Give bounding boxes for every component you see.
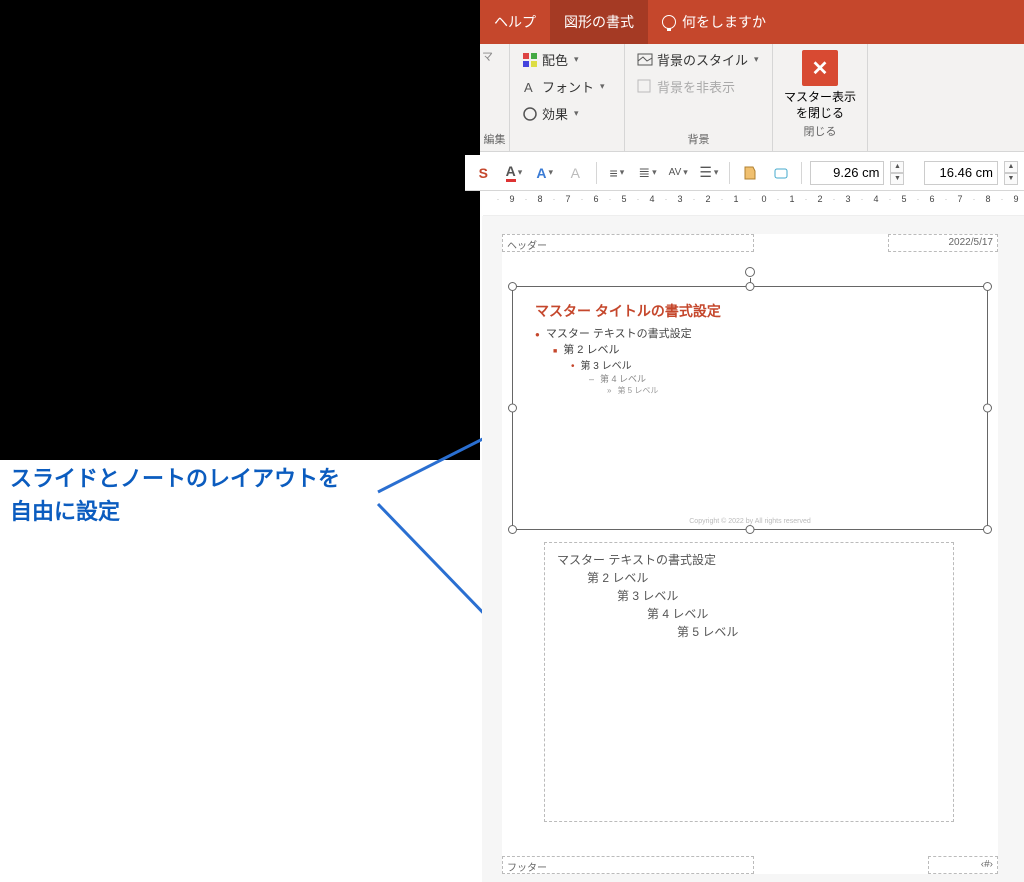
width-input[interactable] (924, 161, 998, 185)
ribbon-tabs: ヘルプ 図形の書式 何をしますか (480, 0, 1024, 44)
ribbon-body: マ 編集 配色▾ A フォント▾ 効果▾ . 背景のスタイル▾ (480, 44, 1024, 152)
checkbox-icon (637, 79, 653, 95)
height-input[interactable] (810, 161, 884, 185)
bg-styles-label: 背景のスタイル (657, 50, 748, 69)
slide-level1: マスター テキストの書式設定 (535, 325, 692, 341)
header-placeholder[interactable]: ヘッダー (502, 234, 754, 252)
hide-bg-checkbox[interactable]: 背景を非表示 (633, 75, 764, 98)
ruler-ticks: ·9·8·7·6·5·4·3·2·1·0·1·2·3·4·5·6·7·8·9 (491, 194, 1024, 204)
notes-level1: マスター テキストの書式設定 (557, 551, 941, 569)
svg-text:A: A (524, 80, 533, 95)
notes-level3: 第 3 レベル (617, 587, 941, 605)
pagenum-placeholder[interactable]: ‹#› (928, 856, 998, 874)
rotate-handle[interactable] (745, 267, 755, 277)
palette-icon (522, 52, 538, 68)
left-black-panel (0, 0, 480, 460)
notes-level5: 第 5 レベル (677, 623, 941, 641)
slide-level5: 第 5 レベル (607, 385, 692, 396)
close-x-icon: ✕ (802, 50, 838, 86)
notes-level2: 第 2 レベル (587, 569, 941, 587)
group-close-label: 閉じる (804, 121, 837, 143)
slide-level4: 第 4 レベル (589, 372, 692, 385)
date-placeholder[interactable]: 2022/5/17 (888, 234, 998, 252)
format-painter-button[interactable] (738, 160, 763, 186)
footer-placeholder[interactable]: フッター (502, 856, 754, 874)
shape-fill-icon[interactable]: S (471, 160, 496, 186)
effects-label: 効果 (542, 104, 568, 123)
handle-sw[interactable] (508, 525, 517, 534)
group-background: 背景のスタイル▾ 背景を非表示 背景 (625, 44, 773, 151)
group-themes: 配色▾ A フォント▾ 効果▾ . (510, 44, 625, 151)
fonts-label: フォント (542, 77, 594, 96)
slide-body-levels: マスター テキストの書式設定 第 2 レベル 第 3 レベル 第 4 レベル 第… (535, 325, 692, 396)
slide-level2: 第 2 レベル (553, 341, 692, 357)
bg-styles-icon (637, 52, 653, 68)
format-toolbar: S A▾ A▾ A ≡▾ ≣▾ AV▾ ☰▾ ▲▼ ▲▼ (465, 155, 1024, 191)
line-spacing-button[interactable]: ☰▾ (697, 160, 722, 186)
group-close: ✕ マスター表示を閉じる 閉じる (773, 44, 868, 151)
width-spinner[interactable]: ▲▼ (1004, 161, 1018, 185)
slide-thumbnail-selected[interactable]: マスター タイトルの書式設定 マスター テキストの書式設定 第 2 レベル 第 … (512, 286, 988, 530)
group-bg-label: 背景 (633, 129, 764, 151)
effects-dropdown[interactable]: 効果▾ (518, 102, 616, 125)
handle-e[interactable] (983, 404, 992, 413)
notes-level4: 第 4 レベル (647, 605, 941, 623)
slide-copyright: Copyright © 2022 by All rights reserved (689, 518, 811, 525)
editing-canvas[interactable]: ヘッダー 2022/5/17 フッター ‹#› マスター タイトルの書式設定 マ… (482, 216, 1024, 882)
group-edit-label: 編集 (482, 129, 507, 151)
close-master-button[interactable]: ✕ マスター表示を閉じる (784, 50, 856, 121)
tell-me-search[interactable]: 何をしますか (648, 0, 780, 44)
text-outline-button[interactable]: A▾ (532, 160, 557, 186)
height-spinner[interactable]: ▲▼ (890, 161, 904, 185)
handle-nw[interactable] (508, 282, 517, 291)
bullets-button[interactable]: ≣▾ (635, 160, 660, 186)
handle-s[interactable] (746, 525, 755, 534)
shape-icon-button[interactable] (769, 160, 794, 186)
slide-level3: 第 3 レベル (571, 357, 692, 372)
fonts-dropdown[interactable]: A フォント▾ (518, 75, 616, 98)
handle-ne[interactable] (983, 282, 992, 291)
fonts-icon: A (522, 79, 538, 95)
handle-w[interactable] (508, 404, 517, 413)
colors-label: 配色 (542, 50, 568, 69)
tab-shape-format[interactable]: 図形の書式 (550, 0, 648, 44)
handle-n[interactable] (746, 282, 755, 291)
align-button[interactable]: ≡▾ (605, 160, 630, 186)
tab-help[interactable]: ヘルプ (480, 0, 550, 44)
tell-me-label: 何をしますか (682, 12, 766, 32)
close-line1: マスター表示 (784, 90, 856, 104)
slide-title: マスター タイトルの書式設定 (535, 301, 721, 321)
effects-icon (522, 106, 538, 122)
clear-format-button[interactable]: A (563, 160, 588, 186)
notes-body-placeholder[interactable]: マスター テキストの書式設定 第 2 レベル 第 3 レベル 第 4 レベル 第… (544, 542, 954, 822)
spacing-button[interactable]: AV▾ (666, 160, 691, 186)
notes-master-page[interactable]: ヘッダー 2022/5/17 フッター ‹#› マスター タイトルの書式設定 マ… (502, 234, 998, 874)
close-line2: を閉じる (796, 106, 844, 120)
horizontal-ruler[interactable]: ·9·8·7·6·5·4·3·2·1·0·1·2·3·4·5·6·7·8·9 (483, 194, 1024, 216)
font-color-button[interactable]: A▾ (502, 160, 527, 186)
colors-dropdown[interactable]: 配色▾ (518, 48, 616, 71)
handle-se[interactable] (983, 525, 992, 534)
bg-styles-dropdown[interactable]: 背景のスタイル▾ (633, 48, 764, 71)
lightbulb-icon (662, 15, 676, 29)
group-edit-stub: マ 編集 (480, 44, 510, 151)
hide-bg-label: 背景を非表示 (657, 77, 735, 96)
